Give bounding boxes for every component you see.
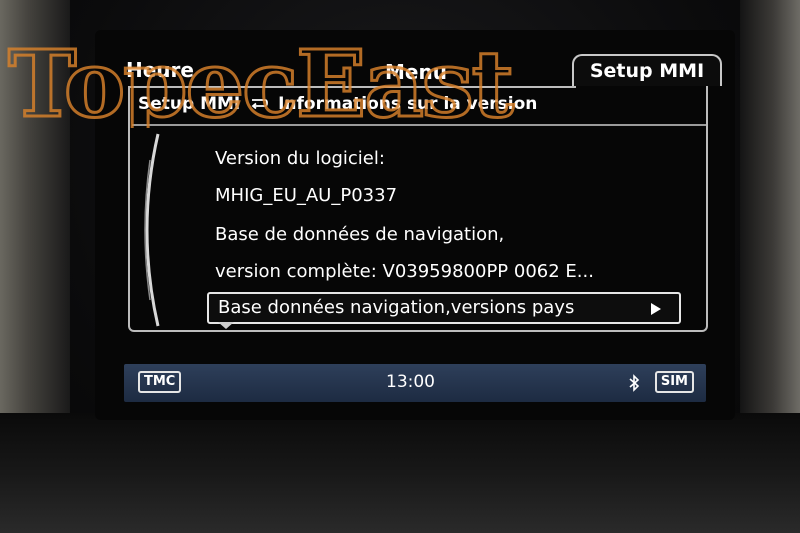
tab-setup-mmi[interactable]: Setup MMI [572, 54, 722, 86]
bezel-bottom [0, 413, 800, 533]
status-bar: TMC 13:00 SIM [124, 364, 706, 402]
breadcrumb-parent[interactable]: Setup MMI [138, 94, 240, 114]
breadcrumb-current: Informations sur la version [278, 94, 538, 114]
return-arrow-icon [250, 94, 269, 114]
tab-heure[interactable]: Heure [126, 58, 194, 82]
list-item-nav-database-label: Base de données de navigation, [215, 224, 505, 245]
scroll-down-icon [218, 322, 234, 329]
breadcrumb-underline [132, 124, 706, 126]
list-item-software-version-value: MHIG_EU_AU_P0337 [215, 185, 398, 206]
bluetooth-icon [629, 374, 640, 392]
photo-stage: Heure Menu Setup MMI Setup MMI Informati… [0, 0, 800, 533]
scroll-arc-indicator [144, 133, 160, 327]
sim-badge: SIM [654, 371, 694, 393]
nav-database-country-versions-item[interactable]: Base données navigation,versions pays [207, 292, 681, 324]
selected-item-label: Base données navigation,versions pays [218, 297, 575, 318]
tmc-badge: TMC [138, 371, 182, 393]
breadcrumb: Setup MMI Informations sur la version [138, 94, 537, 114]
list-item-software-version-label: Version du logiciel: [215, 148, 385, 169]
clock: 13:00 [386, 372, 435, 392]
chevron-right-icon [651, 303, 661, 315]
tab-menu[interactable]: Menu [385, 60, 447, 84]
list-item-nav-database-value: version complète: V03959800PP 0062 E... [215, 261, 594, 282]
